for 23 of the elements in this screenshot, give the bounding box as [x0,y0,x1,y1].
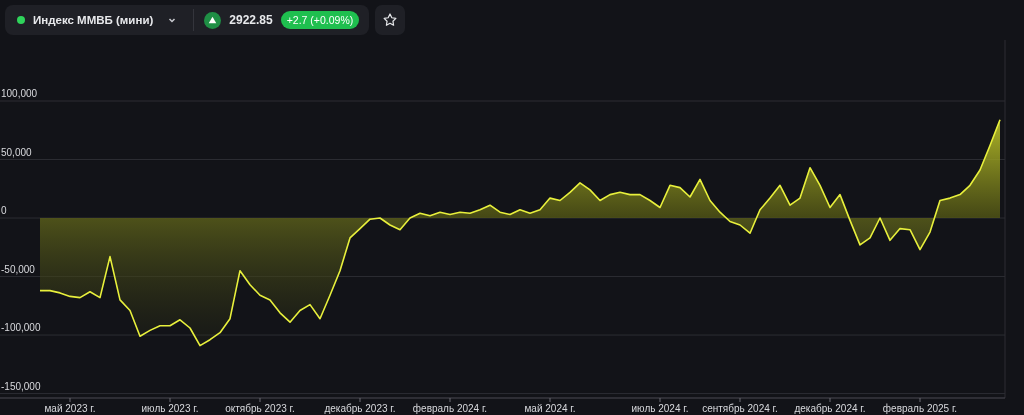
y-axis-label: -50,000 [1,263,35,275]
y-axis-label: -150,000 [1,380,41,392]
star-icon [382,12,399,28]
y-axis-label: 100,000 [1,88,38,99]
price-change-badge: +2.7 (+0.09%) [280,11,360,29]
y-axis-label: -100,000 [1,322,41,334]
x-axis-label: май 2023 г. [44,403,96,414]
y-axis-label: 0 [1,205,7,217]
x-axis-label: февраль 2025 г. [882,403,958,414]
x-axis-label: февраль 2024 г. [412,403,488,414]
favorite-star-button[interactable] [375,5,406,35]
status-dot [17,16,25,24]
x-axis-label: октябрь 2023 г. [225,403,295,414]
x-axis-label: сентябрь 2024 г. [702,403,778,414]
instrument-name: Индекс ММВБ (мини) [33,14,154,26]
instrument-selector[interactable]: Индекс ММВБ (мини) 2922.85 +2.7 (+0.09%) [5,5,370,35]
x-axis-label: декабрь 2024 г. [794,403,866,414]
x-axis-label: май 2024 г. [524,403,576,414]
x-axis-label: июль 2024 г. [631,403,689,414]
x-axis-label: декабрь 2023 г. [324,403,396,414]
price-value: 2922.85 [229,13,273,27]
y-axis-label: 50,000 [1,146,32,158]
x-axis-label: июль 2023 г. [141,403,199,414]
